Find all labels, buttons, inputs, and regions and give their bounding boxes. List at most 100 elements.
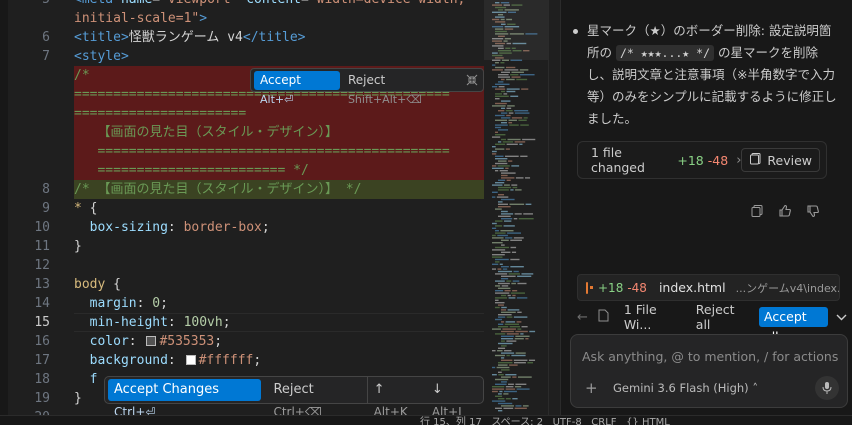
- bullet-icon: [573, 29, 578, 34]
- code-line[interactable]: 【画面の見た目（スタイル・デザイン）】: [74, 123, 338, 142]
- pending-files-label[interactable]: 1 File Wi...: [624, 302, 686, 332]
- code-line[interactable]: /*: [74, 66, 90, 85]
- code-line[interactable]: }: [74, 389, 82, 408]
- minimap-preview: [484, 0, 548, 412]
- collapse-diff-icon[interactable]: [465, 72, 480, 88]
- accept-hunk-label: Accept: [260, 72, 301, 87]
- line-number: [8, 123, 50, 142]
- code-line[interactable]: box-sizing: border-box;: [74, 218, 270, 237]
- line-number: [8, 66, 50, 85]
- code-token: *: [74, 201, 90, 216]
- line-number: 15: [34, 315, 50, 330]
- editor-scrollbar[interactable]: [548, 0, 560, 415]
- line-number: 14: [34, 296, 50, 311]
- reject-changes-button[interactable]: Reject Ctrl+⌫: [267, 379, 366, 415]
- code-token: initial-scale=1": [74, 11, 200, 26]
- color-swatch[interactable]: [146, 336, 157, 346]
- code-token: <meta: [74, 0, 121, 7]
- code-line[interactable]: }: [74, 237, 82, 256]
- chat-input[interactable]: [582, 345, 838, 367]
- code-token: </title>: [242, 30, 306, 45]
- line-number: 19: [34, 391, 50, 406]
- code-token: min-height: [74, 315, 168, 330]
- code-token: ========================================…: [74, 144, 450, 159]
- code-line[interactable]: * {: [74, 199, 97, 218]
- code-line[interactable]: <title>怪獣ランゲーム v4</title>: [74, 28, 306, 47]
- code-token: =: [301, 0, 309, 7]
- next-change-button[interactable]: ↓ Alt+J: [426, 379, 480, 415]
- code-token: =: [152, 0, 160, 7]
- line-number: [8, 9, 50, 28]
- code-token: ;: [160, 296, 168, 311]
- thumbs-down-icon[interactable]: [804, 202, 822, 220]
- edited-file-row[interactable]: +18 -48 index.html ...ンゲームv4\index.html: [577, 274, 840, 301]
- microphone-icon[interactable]: [815, 376, 839, 400]
- line-number: 10: [34, 220, 50, 235]
- document-icon: [598, 309, 613, 325]
- code-line[interactable]: initial-scale=1">: [74, 9, 207, 28]
- code-token: #ffffff: [198, 353, 254, 368]
- code-token: /* 【画面の見た目（スタイル・デザイン）】 */: [74, 182, 362, 197]
- code-token: "width=device-width,: [309, 0, 466, 7]
- file-path: ...ンゲームv4\index.html: [735, 281, 839, 295]
- accept-hunk-button[interactable]: Accept Alt+⏎: [254, 70, 340, 106]
- line-number: [8, 104, 50, 123]
- arrow-left-icon[interactable]: ←: [577, 310, 592, 325]
- code-token: :: [136, 296, 153, 311]
- arrow-down-icon: ↓: [431, 382, 443, 397]
- color-swatch[interactable]: [185, 355, 196, 365]
- minimap[interactable]: [484, 0, 548, 415]
- accept-changes-button[interactable]: Accept Changes Ctrl+⏎: [108, 379, 262, 415]
- accept-all-button[interactable]: Accept all: [759, 307, 828, 344]
- code-token: ======================: [74, 106, 247, 121]
- code-token: color: [74, 334, 129, 349]
- code-token: }: [74, 391, 82, 406]
- line-number-gutter: 5 6 7 8 9 10 11 12 13 14 15 16 17 18 19 20: [8, 0, 72, 415]
- additions-count: +18: [677, 152, 704, 168]
- code-token: /*: [74, 68, 90, 83]
- code-line[interactable]: <meta name="viewport" content="width=dev…: [74, 0, 465, 9]
- code-token: ;: [261, 220, 270, 235]
- files-changed-summary[interactable]: 1 file changed +18 -48 › Review: [577, 141, 827, 179]
- code-editor[interactable]: 567891011121314151617181920 <meta name="…: [8, 0, 484, 415]
- code-line[interactable]: color: #535353;: [74, 332, 222, 351]
- reject-hunk-shortcut: Shift+Alt+⌫: [347, 92, 422, 106]
- line-number: 6: [42, 30, 50, 45]
- code-line[interactable]: min-height: 100vh;: [74, 313, 231, 332]
- arrow-up-icon: ↑: [373, 382, 385, 397]
- thumbs-up-icon[interactable]: [776, 202, 794, 220]
- deletions-count: -48: [707, 152, 729, 168]
- code-line[interactable]: ========================================…: [74, 142, 450, 161]
- line-number: 16: [34, 334, 50, 349]
- file-name: index.html: [658, 280, 726, 295]
- code-token: <style>: [74, 49, 129, 64]
- review-changes-bar: Accept Changes Ctrl+⏎ Reject Ctrl+⌫ ↑ Al…: [104, 376, 484, 415]
- review-button[interactable]: Review: [741, 148, 820, 172]
- code-line[interactable]: /* 【画面の見た目（スタイル・デザイン）】 */: [74, 180, 361, 199]
- code-line[interactable]: f: [74, 370, 98, 389]
- line-number: 5: [8, 0, 50, 9]
- code-line[interactable]: margin: 0;: [74, 294, 168, 313]
- reject-all-button[interactable]: Reject all: [696, 302, 751, 332]
- code-line[interactable]: ======================== */: [74, 161, 308, 180]
- line-number: [8, 161, 50, 180]
- chat-input-box: + Gemini 3.6 Flash (High) ˄: [570, 334, 848, 408]
- code-line[interactable]: background: #ffffff;: [74, 351, 262, 370]
- accept-changes-label: Accept Changes: [114, 382, 219, 397]
- code-line[interactable]: body {: [74, 275, 121, 294]
- model-name: Gemini 3.6 Flash (High): [613, 381, 749, 395]
- model-selector[interactable]: Gemini 3.6 Flash (High) ˄: [613, 381, 758, 395]
- plus-icon[interactable]: +: [585, 379, 598, 397]
- code-token: <title>: [74, 30, 129, 45]
- reject-hunk-button[interactable]: Reject Shift+Alt+⌫: [344, 71, 461, 106]
- line-number: 11: [34, 239, 50, 254]
- copy-icon[interactable]: [748, 202, 766, 220]
- previous-change-button[interactable]: ↑ Alt+K: [368, 379, 426, 415]
- chevron-down-icon[interactable]: [836, 310, 847, 324]
- line-number: 9: [42, 201, 50, 216]
- line-number: 20: [8, 408, 50, 415]
- code-line[interactable]: <style>: [74, 47, 129, 66]
- code-token: :: [167, 220, 184, 235]
- code-line[interactable]: ======================: [74, 104, 246, 123]
- code-token: ;: [222, 315, 231, 330]
